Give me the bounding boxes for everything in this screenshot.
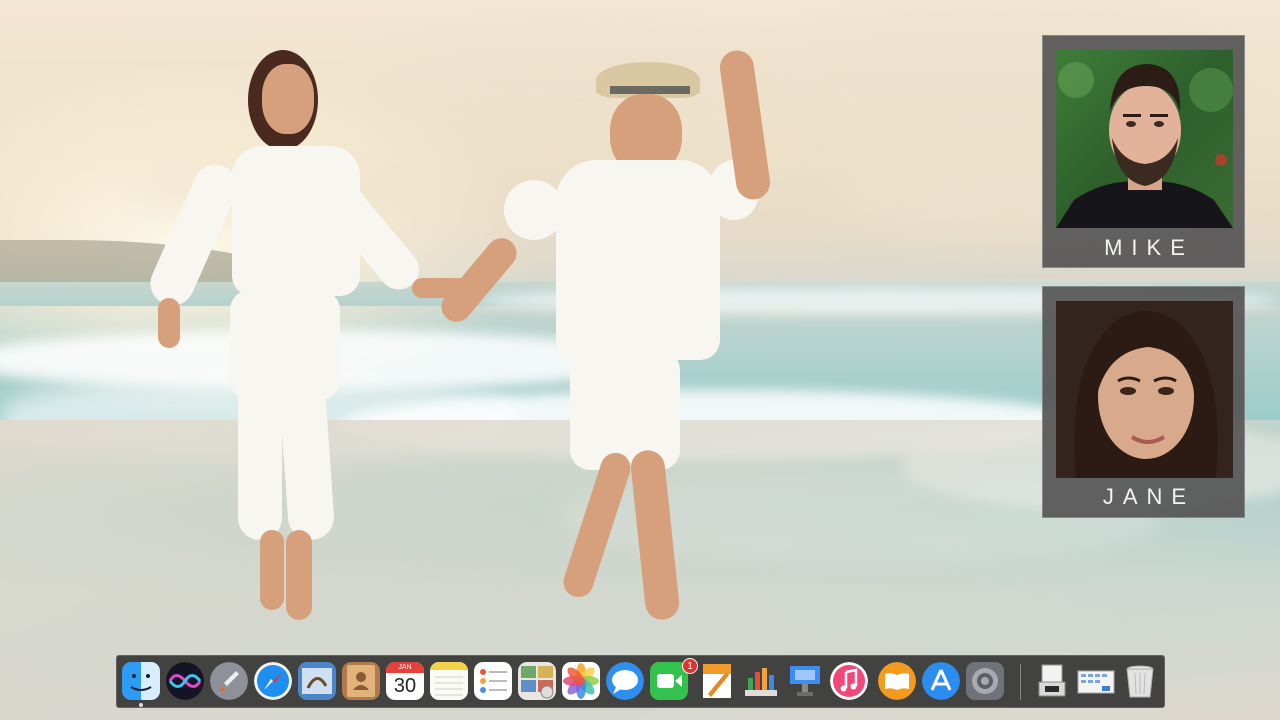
finder-icon[interactable] [122,662,160,700]
participant-photo [1056,301,1233,478]
participant-name: MIKE [1104,235,1194,260]
siri-icon[interactable] [166,662,204,700]
messages-icon[interactable] [606,662,644,700]
numbers-icon[interactable] [742,662,780,700]
keynote-icon[interactable] [786,662,824,700]
participant-name: JANE [1102,484,1196,509]
dock: JAN 30 1 [116,655,1165,708]
notes-icon[interactable] [430,662,468,700]
downloads-stack-icon[interactable] [1033,662,1071,700]
participant-photo [1056,50,1233,228]
dock-separator [1020,664,1021,700]
photo-booth-icon[interactable] [518,662,556,700]
safari-icon[interactable] [254,662,292,700]
itunes-icon[interactable] [830,662,868,700]
calendar-icon[interactable]: JAN 30 [386,662,424,700]
participant-tile-jane[interactable]: JANE [1042,286,1245,518]
trash-icon[interactable] [1121,662,1159,700]
notification-badge: 1 [682,658,698,674]
running-indicator [139,703,143,707]
reminders-icon[interactable] [474,662,512,700]
ibooks-icon[interactable] [878,662,916,700]
photos-icon[interactable] [562,662,600,700]
app-store-icon[interactable] [922,662,960,700]
participant-tile-mike[interactable]: MIKE [1042,35,1245,268]
mail-icon[interactable] [298,662,336,700]
man-figure [435,48,800,640]
documents-stack-icon[interactable] [1077,662,1115,700]
calendar-month: JAN [386,662,424,673]
woman-figure [143,50,472,630]
pages-icon[interactable] [698,662,736,700]
system-preferences-icon[interactable] [966,662,1004,700]
launchpad-icon[interactable] [210,662,248,700]
contacts-icon[interactable] [342,662,380,700]
calendar-day: 30 [393,675,417,697]
